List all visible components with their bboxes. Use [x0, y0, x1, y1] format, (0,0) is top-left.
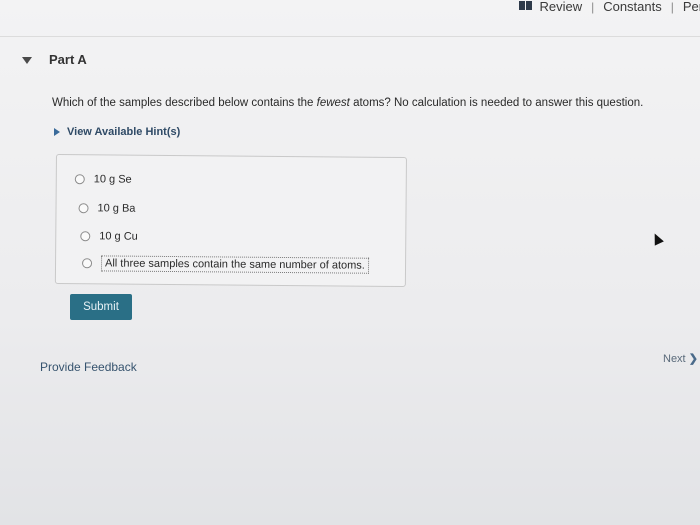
view-hints-label: View Available Hint(s)	[67, 126, 181, 138]
next-button[interactable]: Next ❯	[663, 352, 698, 365]
answer-label: 10 g Se	[93, 173, 132, 186]
expand-caret-icon	[54, 128, 60, 136]
answer-option-same[interactable]: All three samples contain the same numbe…	[82, 255, 369, 274]
question-text-end: atoms? No calculation is needed to answe…	[349, 97, 644, 109]
submit-button[interactable]: Submit	[70, 294, 132, 320]
collapse-caret-icon[interactable]	[22, 57, 32, 64]
top-toolbar: Review | Constants | Peri	[0, 0, 700, 18]
answer-option-cu[interactable]: 10 g Cu	[80, 230, 138, 243]
separator: |	[670, 0, 674, 14]
separator: |	[591, 0, 595, 14]
radio-button[interactable]	[74, 174, 85, 185]
question-emphasis: fewest	[316, 97, 350, 109]
part-title: Part A	[49, 52, 87, 67]
answer-option-ba[interactable]: 10 g Ba	[78, 202, 136, 215]
radio-button[interactable]	[82, 258, 93, 269]
resource-links: Review | Constants | Peri	[519, 0, 700, 14]
review-link[interactable]: Review	[539, 0, 582, 14]
answer-label: 10 g Cu	[99, 230, 138, 243]
book-icon	[519, 1, 533, 10]
question-text-start: Which of the samples described below con…	[52, 97, 317, 109]
next-label: Next	[663, 353, 686, 365]
answer-label: All three samples contain the same numbe…	[100, 255, 369, 274]
question-text: Which of the samples described below con…	[52, 97, 643, 109]
divider	[0, 36, 700, 37]
view-hints-toggle[interactable]: View Available Hint(s)	[54, 126, 180, 138]
provide-feedback-link[interactable]: Provide Feedback	[40, 360, 137, 374]
answer-option-se[interactable]: 10 g Se	[74, 173, 132, 186]
answer-options-box: 10 g Se 10 g Ba 10 g Cu All three sample…	[54, 154, 407, 288]
mouse-cursor-icon	[650, 231, 664, 246]
answer-label: 10 g Ba	[97, 202, 136, 215]
constants-link[interactable]: Constants	[603, 0, 662, 14]
periodic-table-link[interactable]: Peri	[683, 0, 700, 14]
radio-button[interactable]	[78, 203, 89, 214]
radio-button[interactable]	[80, 231, 91, 242]
chevron-right-icon: ❯	[688, 353, 698, 365]
